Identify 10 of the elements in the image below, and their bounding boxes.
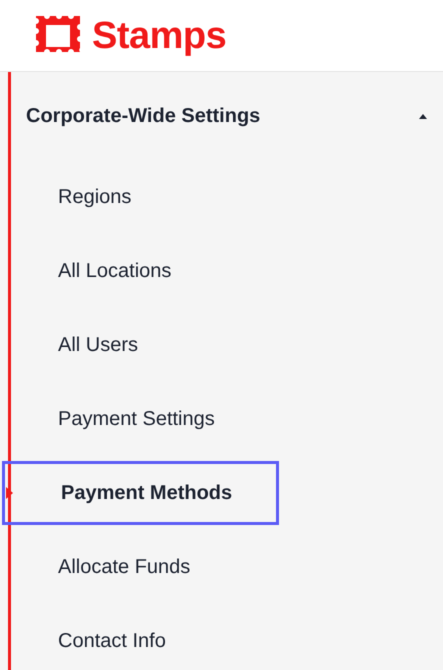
nav-item[interactable]: All Users — [11, 313, 138, 377]
brand-name: Stamps — [92, 16, 226, 54]
nav-item[interactable]: Allocate Funds — [11, 535, 190, 599]
nav-item[interactable]: Regions — [11, 165, 132, 229]
nav-item[interactable]: Payment Settings — [11, 387, 215, 451]
section-header[interactable]: Corporate-Wide Settings — [11, 72, 443, 160]
nav-item[interactable]: Payment Methods — [2, 461, 279, 525]
caret-up-icon — [419, 114, 427, 118]
nav-item[interactable]: Contact Info — [11, 609, 166, 670]
nav-item[interactable]: All Locations — [11, 239, 172, 303]
